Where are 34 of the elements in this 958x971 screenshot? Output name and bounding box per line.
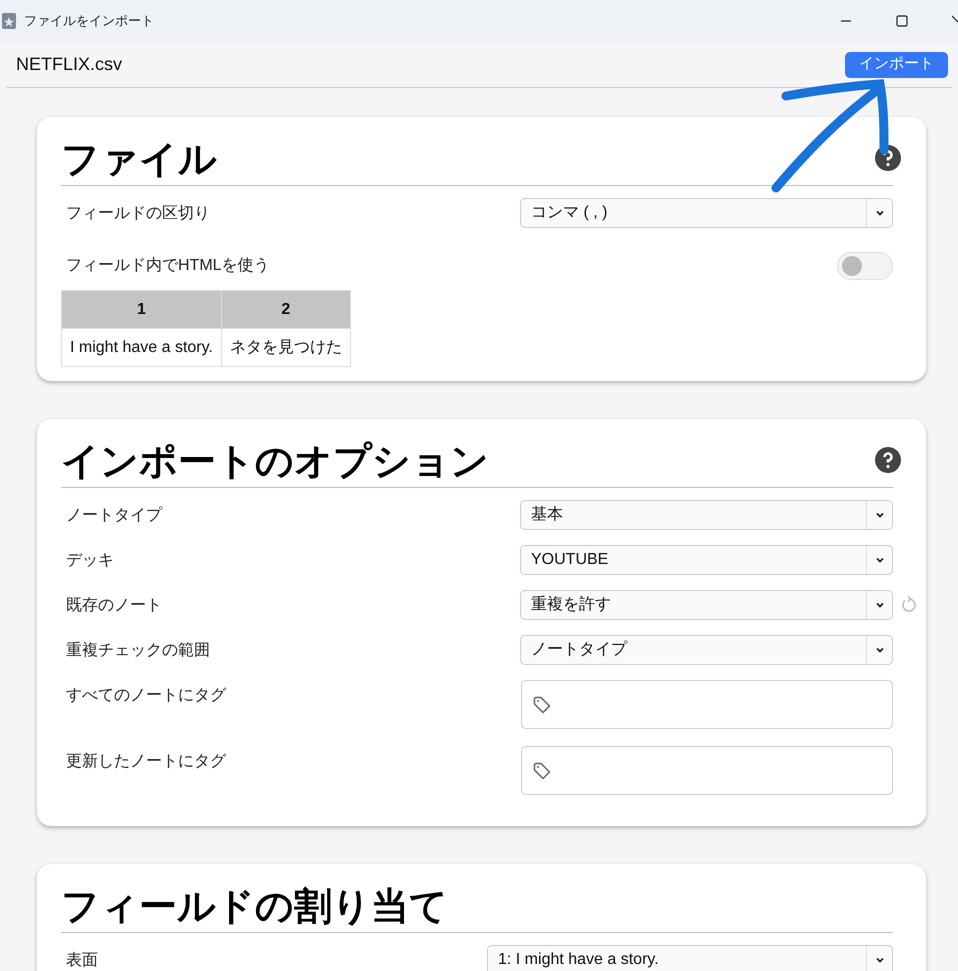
maximize-icon[interactable] [896,15,908,27]
file-name: NETFLIX.csv [16,53,122,76]
section-heading: フィールドの割り当て [61,885,448,930]
select-dropdown[interactable]: 重複を許す [520,590,893,620]
import-button[interactable]: インポート [845,52,948,78]
select-dropdown[interactable]: 1: I might have a story. [487,945,893,971]
field-label: すべてのノートにタグ [66,686,226,706]
app-icon [2,13,16,29]
help-icon[interactable] [875,145,901,171]
select-dropdown[interactable]: コンマ ( , ) [520,198,893,228]
window-title: ファイルをインポート [24,12,154,30]
select-dropdown[interactable]: 基本 [520,500,893,530]
tag-input-field[interactable] [521,746,893,795]
help-icon[interactable] [875,447,901,473]
section-heading: インポートのオプション [61,440,489,485]
section-heading: ファイル [61,138,217,183]
field-label: 更新したノートにタグ [66,752,226,772]
tag-input-field[interactable] [521,680,893,729]
field-label: フィールドの区切り [66,204,210,224]
toggle-switch[interactable] [837,252,893,280]
field-label: ノートタイプ [66,506,162,526]
field-label: 重複チェックの範囲 [66,640,210,661]
table-header-cell: 2 [221,290,350,328]
field-label: デッキ [66,551,114,571]
field-label: フィールド内でHTMLを使う [66,256,270,276]
field-label: 表面 [66,950,98,971]
table-cell: ネタを見つけた [221,328,350,366]
field-label: 既存のノート [66,596,162,616]
tag-icon [532,694,552,714]
select-dropdown[interactable]: ノートタイプ [520,635,893,665]
select-dropdown[interactable]: YOUTUBE [520,545,893,575]
table-cell: I might have a story. [62,328,222,366]
tag-icon [532,760,552,780]
table-header-cell: 1 [62,290,222,328]
